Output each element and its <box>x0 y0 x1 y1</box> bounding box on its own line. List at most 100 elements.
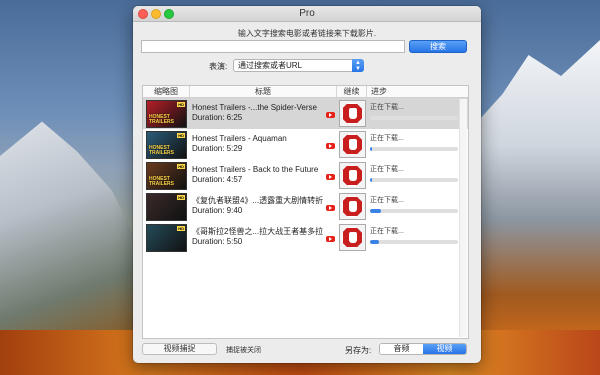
table-body: HONEST TRAILERS HD Honest Trailers -...t… <box>143 98 468 253</box>
source-label: 表演: <box>209 62 228 71</box>
instruction-text: 输入文字搜索电影或者链接来下载影片. <box>237 29 377 38</box>
progress-bar-fill <box>370 147 372 151</box>
table-scrollbar[interactable] <box>459 99 467 337</box>
hd-badge: HD <box>177 101 185 107</box>
youtube-icon <box>326 112 335 118</box>
window-title: Pro <box>299 8 315 19</box>
download-status: 正在下载... <box>370 135 404 142</box>
chevron-updown-icon: ▲ ▼ <box>352 59 364 72</box>
video-duration: Duration: 6:25 <box>192 113 243 122</box>
minimize-window-icon[interactable] <box>151 9 161 19</box>
resume-cell <box>337 222 367 253</box>
save-as-segmented-control: 音频 视频 <box>379 343 467 355</box>
progress-bar <box>370 240 458 244</box>
thumbnail-cell: HD <box>143 222 190 253</box>
resume-cell <box>337 191 367 222</box>
save-as-audio-option[interactable]: 音频 <box>380 344 423 354</box>
video-title: Honest Trailers - Back to the Future <box>192 165 319 174</box>
desktop-wallpaper-mountain-right <box>470 40 600 340</box>
progress-cell: 正在下载... <box>367 222 468 253</box>
resume-cell <box>337 129 367 160</box>
title-cell: 《哥斯拉2怪兽之...拉大战王者基多拉 Duration: 5:50 <box>190 222 337 253</box>
download-status: 正在下载... <box>370 104 404 111</box>
stop-hand-icon <box>341 134 363 155</box>
progress-bar <box>370 178 458 182</box>
video-capture-button[interactable]: 视频捕捉 <box>142 343 217 355</box>
search-button[interactable]: 搜索 <box>409 40 467 53</box>
save-as-label: 另存为: <box>345 346 372 355</box>
titlebar: Pro <box>133 6 481 22</box>
youtube-icon <box>326 174 335 180</box>
video-title: 《复仇者联盟4》...透露重大剧情转折 <box>192 196 324 205</box>
table-row[interactable]: HONEST TRAILERS HD Honest Trailers - Aqu… <box>143 129 468 160</box>
desktop-wallpaper-mountain-left <box>0 121 140 340</box>
source-select-value: 通过搜索或者URL <box>238 61 303 70</box>
thumbnail-text: HONEST TRAILERS <box>149 175 174 187</box>
title-cell: 《复仇者联盟4》...透露重大剧情转折 Duration: 9:40 <box>190 191 337 222</box>
stop-download-button[interactable] <box>338 224 366 251</box>
capture-status-text: 捕捉被关闭 <box>226 347 261 354</box>
download-table: 缩略图 标题 继续 进步 HONEST TRAILERS HD Honest T… <box>142 85 469 339</box>
video-duration: Duration: 5:29 <box>192 144 243 153</box>
hd-badge: HD <box>177 225 185 231</box>
video-duration: Duration: 5:50 <box>192 237 243 246</box>
video-title: Honest Trailers - Aquaman <box>192 134 287 143</box>
video-thumbnail: HONEST TRAILERS HD <box>146 99 187 128</box>
video-thumbnail: HD <box>146 192 187 221</box>
title-cell: Honest Trailers - Aquaman Duration: 5:29 <box>190 129 337 160</box>
stop-download-button[interactable] <box>338 131 366 158</box>
video-thumbnail: HONEST TRAILERS HD <box>146 161 187 190</box>
resume-cell <box>337 98 367 129</box>
stop-download-button[interactable] <box>338 162 366 189</box>
stop-hand-icon <box>341 103 363 124</box>
maximize-window-icon[interactable] <box>164 9 174 19</box>
video-title: 《哥斯拉2怪兽之...拉大战王者基多拉 <box>192 227 324 236</box>
progress-bar-fill <box>370 209 381 213</box>
progress-cell: 正在下载... <box>367 191 468 222</box>
video-title: Honest Trailers -...the Spider-Verse <box>192 103 317 112</box>
hd-badge: HD <box>177 194 185 200</box>
stop-hand-icon <box>341 196 363 217</box>
table-row[interactable]: HONEST TRAILERS HD Honest Trailers -...t… <box>143 98 468 129</box>
column-header-thumbnail[interactable]: 缩略图 <box>143 86 190 97</box>
thumbnail-text: HONEST TRAILERS <box>149 144 174 156</box>
table-header: 缩略图 标题 继续 进步 <box>143 86 468 98</box>
video-duration: Duration: 9:40 <box>192 206 243 215</box>
title-cell: Honest Trailers - Back to the Future Dur… <box>190 160 337 191</box>
progress-bar <box>370 209 458 213</box>
stop-hand-icon <box>341 227 363 248</box>
progress-bar-fill <box>370 178 372 182</box>
thumbnail-cell: HONEST TRAILERS HD <box>143 160 190 191</box>
thumbnail-cell: HONEST TRAILERS HD <box>143 98 190 129</box>
hd-badge: HD <box>177 163 185 169</box>
video-thumbnail: HD <box>146 223 187 252</box>
progress-bar-fill <box>370 240 379 244</box>
thumbnail-text: HONEST TRAILERS <box>149 113 174 125</box>
video-duration: Duration: 4:57 <box>192 175 243 184</box>
stop-download-button[interactable] <box>338 100 366 127</box>
progress-cell: 正在下载... <box>367 160 468 191</box>
source-select[interactable]: 通过搜索或者URL ▲ ▼ <box>233 59 364 72</box>
app-window: Pro 输入文字搜索电影或者链接来下载影片. 搜索 表演: 通过搜索或者URL … <box>133 6 481 363</box>
thumbnail-cell: HD <box>143 191 190 222</box>
progress-bar <box>370 116 458 120</box>
search-input[interactable] <box>141 40 405 53</box>
progress-cell: 正在下载... <box>367 129 468 160</box>
column-header-resume[interactable]: 继续 <box>337 86 367 97</box>
column-header-progress[interactable]: 进步 <box>367 86 468 97</box>
table-row[interactable]: HD 《哥斯拉2怪兽之...拉大战王者基多拉 Duration: 5:50 正在… <box>143 222 468 253</box>
stop-download-button[interactable] <box>338 193 366 220</box>
progress-bar <box>370 147 458 151</box>
title-cell: Honest Trailers -...the Spider-Verse Dur… <box>190 98 337 129</box>
resume-cell <box>337 160 367 191</box>
youtube-icon <box>326 236 335 242</box>
close-window-icon[interactable] <box>138 9 148 19</box>
download-status: 正在下载... <box>370 197 404 204</box>
save-as-video-option[interactable]: 视频 <box>423 344 466 354</box>
table-row[interactable]: HD 《复仇者联盟4》...透露重大剧情转折 Duration: 9:40 正在… <box>143 191 468 222</box>
table-row[interactable]: HONEST TRAILERS HD Honest Trailers - Bac… <box>143 160 468 191</box>
video-thumbnail: HONEST TRAILERS HD <box>146 130 187 159</box>
stop-hand-icon <box>341 165 363 186</box>
progress-cell: 正在下载... <box>367 98 468 129</box>
column-header-title[interactable]: 标题 <box>190 86 337 97</box>
